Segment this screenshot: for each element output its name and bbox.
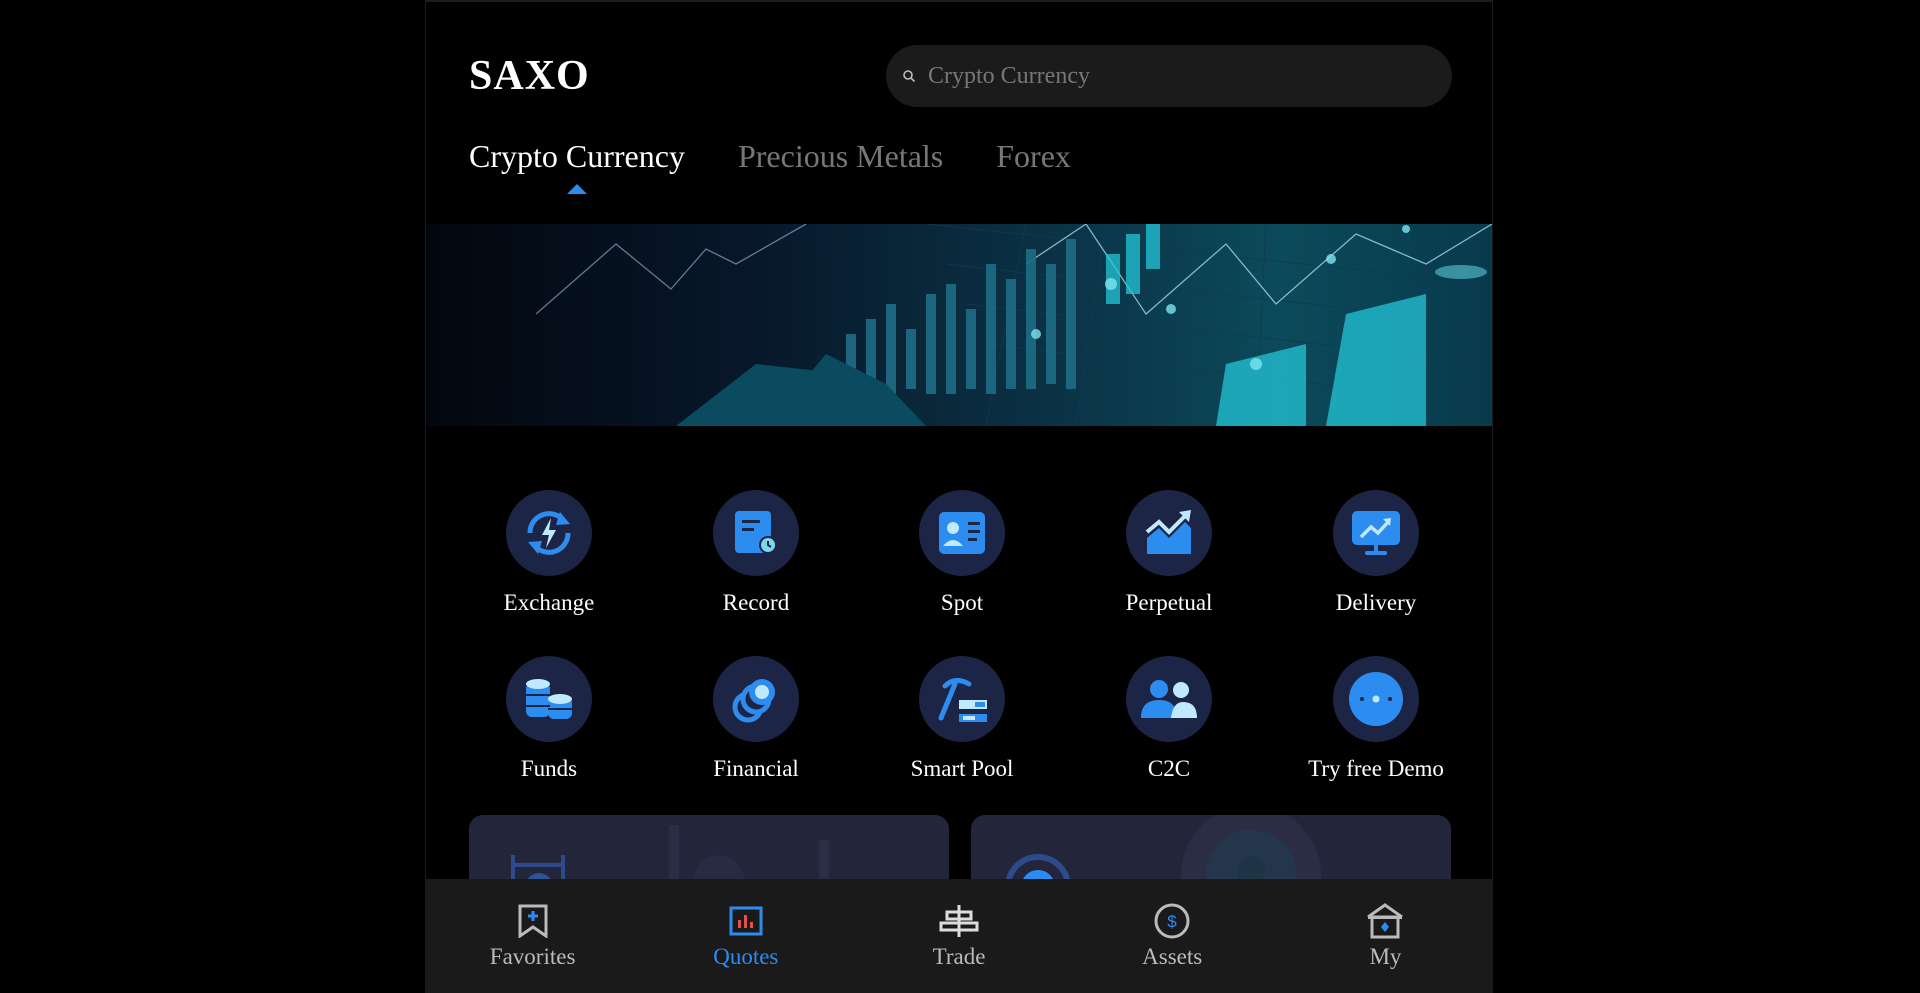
nav-my[interactable]: My	[1279, 879, 1492, 993]
funds-icon	[506, 656, 592, 742]
smart-pool-icon	[919, 656, 1005, 742]
grid-item-perpetual[interactable]: Perpetual	[1089, 490, 1249, 616]
category-tabs: Crypto Currency Precious Metals Forex	[469, 138, 1124, 194]
nav-label: Quotes	[713, 944, 779, 969]
active-tab-indicator	[566, 184, 587, 194]
bookmark-plus-icon	[518, 904, 548, 938]
grid-item-record[interactable]: Record	[676, 490, 836, 616]
tab-label: Precious Metals	[737, 138, 944, 174]
grid-item-funds[interactable]: Funds	[469, 656, 629, 782]
search-icon	[903, 70, 916, 83]
grid-item-label: Delivery	[1335, 590, 1417, 615]
nav-quotes[interactable]: Quotes	[639, 879, 852, 993]
bar-chart-icon	[729, 906, 763, 936]
tab-crypto-currency[interactable]: Crypto Currency	[469, 138, 685, 194]
nav-label: Favorites	[489, 944, 576, 969]
dollar-circle-icon: $	[1154, 903, 1190, 939]
grid-item-label: Spot	[940, 590, 984, 615]
grid-item-label: Funds	[520, 756, 578, 781]
nav-label: My	[1369, 944, 1402, 969]
grid-item-financial[interactable]: Financial	[676, 656, 836, 782]
financial-icon	[713, 656, 799, 742]
grid-item-label: Smart Pool	[910, 756, 1014, 781]
banner-candlestick-graphic	[535, 224, 1492, 426]
grid-item-c2c[interactable]: C2C	[1089, 656, 1249, 782]
grid-item-label: Try free Demo	[1308, 756, 1444, 781]
grid-item-spot[interactable]: Spot	[882, 490, 1042, 616]
record-icon	[713, 490, 799, 576]
promo-banner[interactable]	[426, 224, 1492, 426]
perpetual-icon	[1126, 490, 1212, 576]
grid-item-label: C2C	[1147, 756, 1191, 781]
grid-item-label: Record	[722, 590, 790, 615]
app-frame: SAXO Crypto Currency Precious Metals For…	[425, 0, 1493, 993]
tab-forex[interactable]: Forex	[996, 138, 1071, 175]
grid-item-exchange[interactable]: Exchange	[469, 490, 629, 616]
search-bar[interactable]	[886, 45, 1452, 107]
c2c-icon	[1126, 656, 1212, 742]
grid-item-try-free-demo[interactable]: Try free Demo	[1296, 656, 1456, 782]
home-icon	[1367, 903, 1404, 939]
brand-logo: SAXO	[469, 53, 590, 99]
nav-label: Trade	[932, 944, 986, 969]
grid-item-label: Financial	[713, 756, 799, 781]
nav-favorites[interactable]: Favorites	[426, 879, 639, 993]
exchange-icon	[506, 490, 592, 576]
nav-label: Assets	[1142, 944, 1203, 969]
delivery-icon	[1333, 490, 1419, 576]
tab-label: Forex	[996, 138, 1071, 174]
bottom-nav: Favorites Quotes Trade $ Assets My	[426, 879, 1492, 993]
demo-icon	[1333, 656, 1419, 742]
grid-item-label: Exchange	[503, 590, 595, 615]
search-input[interactable]	[926, 61, 1410, 91]
tab-label: Crypto Currency	[469, 138, 685, 174]
grid-item-smart-pool[interactable]: Smart Pool	[882, 656, 1042, 782]
trade-icon	[939, 905, 979, 937]
nav-trade[interactable]: Trade	[852, 879, 1065, 993]
grid-item-delivery[interactable]: Delivery	[1296, 490, 1456, 616]
grid-item-label: Perpetual	[1125, 590, 1213, 615]
svg-text:$: $	[1167, 912, 1177, 931]
nav-assets[interactable]: $ Assets	[1066, 879, 1279, 993]
spot-icon	[919, 490, 1005, 576]
tab-precious-metals[interactable]: Precious Metals	[738, 138, 943, 175]
